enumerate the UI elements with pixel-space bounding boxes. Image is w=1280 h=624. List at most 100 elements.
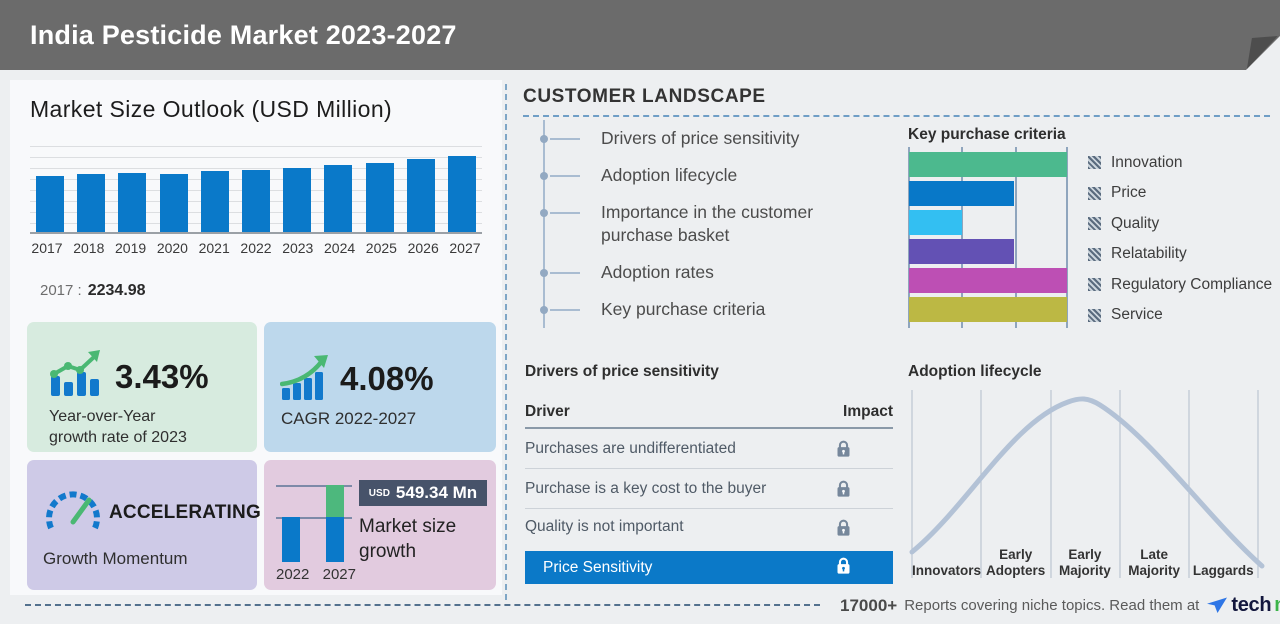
cagr-value: 4.08% — [340, 360, 434, 397]
market-bar-2027 — [447, 156, 476, 232]
cagr-card: 4.08% CAGR 2022-2027 — [264, 322, 496, 452]
header-bar: India Pesticide Market 2023-2027 — [0, 0, 1280, 70]
market-year-label: 2020 — [156, 240, 188, 256]
speedometer-icon — [46, 491, 100, 530]
legend-swatch-icon — [1088, 186, 1101, 200]
landscape-item: Drivers of price sensitivity — [540, 120, 883, 157]
market-size-plot — [30, 146, 482, 234]
report-count: 17000+ — [840, 595, 898, 615]
kpc-bar-innovation — [909, 152, 1067, 177]
lifecycle-stage-label: Late Majority — [1128, 547, 1180, 578]
market-bar-2023 — [283, 168, 312, 232]
market-year-label: 2019 — [115, 240, 147, 256]
market-year-label: 2023 — [282, 240, 314, 256]
market-year-label: 2026 — [407, 240, 439, 256]
technavio-arrow-icon — [1207, 597, 1228, 613]
lifecycle-chart: Innovators Early Adopters Early Majority Late… — [908, 388, 1270, 584]
legend-swatch-icon — [1088, 156, 1101, 169]
kpc-bar-relatability — [909, 239, 1014, 264]
highlight-label: Price Sensitivity — [543, 558, 653, 576]
yoy-growth-card: 3.43% Year-over-Year growth rate of 2023 — [27, 322, 257, 452]
growth-label: Market size growth — [359, 516, 457, 562]
highlight-lock — [836, 556, 893, 580]
growth-amount-badge: USD 549.34 Mn — [359, 480, 487, 506]
customer-landscape-title: CUSTOMER LANDSCAPE — [523, 86, 1270, 117]
landscape-item: Key purchase criteria — [540, 291, 883, 328]
kpc-legend-item: Service — [1088, 303, 1272, 328]
yoy-label: Year-over-Year growth rate of 2023 — [49, 408, 187, 446]
market-size-growth-card: 2022 2027 USD 549.34 Mn Market size grow… — [264, 460, 496, 590]
bar-trend-icon — [50, 350, 100, 396]
driver-text: Purchase is a key cost to the buyer — [525, 479, 767, 497]
lifecycle-stage-label: Early Adopters — [986, 547, 1046, 578]
lock-icon — [837, 480, 850, 497]
driver-row: Quality is not important — [525, 509, 893, 545]
footer: 17000+ Reports covering niche topics. Re… — [840, 594, 1280, 617]
market-year-label: 2024 — [324, 240, 356, 256]
kpc-legend-item: Innovation — [1088, 150, 1272, 175]
growth-mini-chart — [276, 482, 356, 567]
driver-row: Purchases are undifferentiated — [525, 429, 893, 469]
price-sensitivity-row: Price Sensitivity — [525, 551, 893, 584]
growth-bar-2027-delta — [326, 485, 344, 517]
market-year-label: 2025 — [365, 240, 397, 256]
kpc-legend: Innovation Price Quality Relatability Regula… — [1088, 150, 1272, 334]
legend-swatch-icon — [1088, 217, 1101, 231]
legend-swatch-icon — [1088, 247, 1101, 261]
market-bar-2018 — [77, 174, 106, 232]
market-outlook-panel: Market Size Outlook (USD Million) 2017 20… — [10, 80, 502, 595]
drivers-table-header: Driver Impact — [525, 403, 893, 429]
growth-bar-2022 — [282, 517, 300, 562]
footer-text: Reports covering niche topics. Read them… — [904, 597, 1200, 614]
technavio-logo[interactable]: technavio™ — [1206, 594, 1280, 617]
driver-text: Quality is not important — [525, 518, 684, 535]
market-bar-2026 — [406, 159, 435, 232]
lifecycle-stage-label: Early Majority — [1059, 547, 1111, 578]
driver-row: Purchase is a key cost to the buyer — [525, 469, 893, 509]
infographic-page: India Pesticide Market 2023-2027 Market … — [0, 0, 1280, 624]
kpc-plot — [908, 147, 1068, 328]
legend-swatch-icon — [1088, 278, 1101, 292]
growth-years: 2022 2027 — [276, 566, 356, 583]
market-year-label: 2022 — [240, 240, 272, 256]
landscape-list: Drivers of price sensitivity Adoption lif… — [540, 120, 883, 328]
market-bar-2020 — [159, 174, 188, 232]
lifecycle-title: Adoption lifecycle — [908, 363, 1042, 380]
market-year-label: 2021 — [198, 240, 230, 256]
market-outlook-title: Market Size Outlook (USD Million) — [30, 96, 393, 122]
kpc-bar-service — [909, 297, 1067, 322]
col-impact: Impact — [843, 403, 893, 420]
yoy-value: 3.43% — [115, 358, 209, 395]
kpc-title: Key purchase criteria — [908, 126, 1066, 143]
drivers-rows: Purchases are undifferentiated Purchase i… — [525, 429, 893, 545]
landscape-item: Importance in the customer purchase bask… — [540, 194, 883, 254]
market-size-years: 2017 2018 2019 2020 2021 2022 2023 2024 2025 2026… — [30, 240, 482, 256]
market-bar-2019 — [118, 173, 147, 232]
market-bar-2025 — [365, 163, 394, 232]
landscape-item: Adoption rates — [540, 254, 883, 291]
page-title: India Pesticide Market 2023-2027 — [30, 20, 457, 50]
note-year: 2017 : — [40, 282, 82, 299]
kpc-legend-item: Quality — [1088, 211, 1272, 236]
footer-divider — [25, 604, 820, 606]
kpc-legend-item: Relatability — [1088, 242, 1272, 267]
kpc-bar-quality — [909, 210, 962, 235]
market-year-label: 2018 — [73, 240, 105, 256]
lock-icon — [837, 557, 850, 574]
kpc-bar-regulatory-compliance — [909, 268, 1067, 293]
drivers-title: Drivers of price sensitivity — [525, 363, 719, 380]
vertical-divider — [505, 84, 507, 600]
lock-icon — [837, 440, 850, 457]
landscape-item: Adoption lifecycle — [540, 157, 883, 194]
driver-text: Purchases are undifferentiated — [525, 439, 736, 457]
market-bar-2021 — [200, 171, 229, 232]
market-bar-2017 — [36, 176, 64, 232]
col-driver: Driver — [525, 403, 570, 420]
market-year-label: 2027 — [449, 240, 481, 256]
growth-arrow-icon — [280, 355, 328, 400]
momentum-value: ACCELERATING — [109, 502, 261, 523]
kpc-legend-item: Price — [1088, 181, 1272, 206]
lifecycle-stage-label: Innovators — [912, 563, 982, 578]
price-sensitivity-block: Drivers of price sensitivity Driver Impa… — [525, 363, 893, 584]
momentum-label: Growth Momentum — [43, 549, 188, 568]
